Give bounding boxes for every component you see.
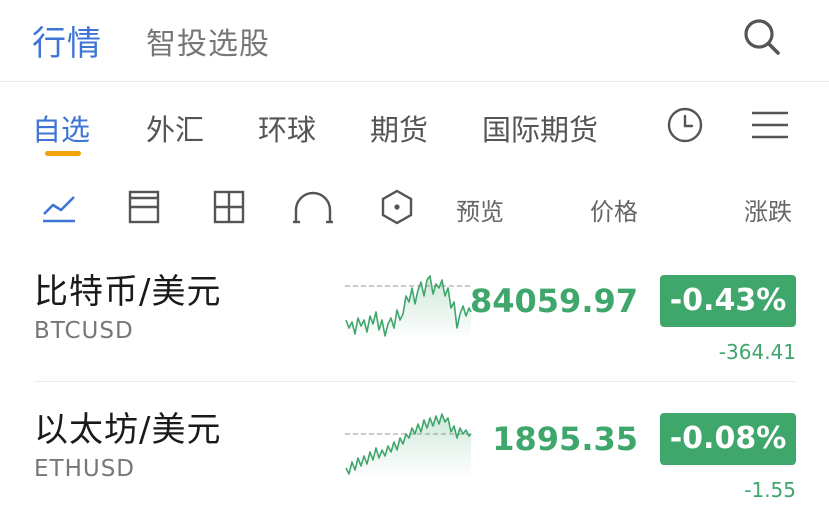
split-view-icon[interactable] (125, 188, 163, 226)
change-percent-badge[interactable]: -0.43% (660, 275, 796, 327)
asset-row-ethusd[interactable]: 以太坊/美元 ETHUSD 1895.35 -0.08% -1.55 (34, 388, 796, 510)
tab-smart-stock-picking[interactable]: 智投选股 (146, 19, 270, 63)
asset-name: 以太坊/美元 (34, 410, 222, 450)
grid-view-icon[interactable] (210, 188, 248, 226)
tab-watchlist[interactable]: 自选 (32, 107, 90, 149)
column-header-price[interactable]: 价格 (590, 192, 638, 227)
column-header-change[interactable]: 涨跌 (744, 192, 792, 227)
tab-quotes[interactable]: 行情 (32, 16, 102, 65)
tab-global[interactable]: 环球 (258, 107, 316, 149)
change-percent-badge[interactable]: -0.08% (660, 413, 796, 465)
top-header: 行情 智投选股 (0, 0, 829, 82)
tab-forex[interactable]: 外汇 (146, 107, 204, 149)
market-quotes-screen: 行情 智投选股 自选 外汇 环球 期货 国际期货 预览 价格 涨跌 比特币/美元… (0, 0, 829, 510)
active-tab-indicator (45, 151, 81, 156)
change-absolute: -364.41 (718, 340, 796, 364)
arc-view-icon[interactable] (292, 188, 333, 226)
menu-icon[interactable] (750, 109, 790, 141)
change-absolute: -1.55 (744, 478, 796, 502)
asset-price: 84059.97 (469, 282, 638, 320)
clock-icon[interactable] (666, 106, 704, 144)
column-header-preview: 预览 (456, 198, 504, 226)
search-icon[interactable] (740, 15, 784, 59)
asset-name: 比特币/美元 (34, 272, 222, 312)
asset-price: 1895.35 (492, 420, 638, 458)
tab-international-futures[interactable]: 国际期货 (482, 107, 598, 149)
asset-code: BTCUSD (34, 318, 134, 344)
line-chart-view-icon[interactable] (40, 188, 78, 226)
hexagon-view-icon[interactable] (378, 188, 416, 226)
asset-code: ETHUSD (34, 456, 136, 482)
asset-row-btcusd[interactable]: 比特币/美元 BTCUSD 84059.97 -0.43% -364.41 (34, 250, 796, 382)
tab-futures[interactable]: 期货 (370, 107, 428, 149)
asset-sparkline (345, 275, 472, 340)
asset-sparkline (345, 413, 472, 478)
